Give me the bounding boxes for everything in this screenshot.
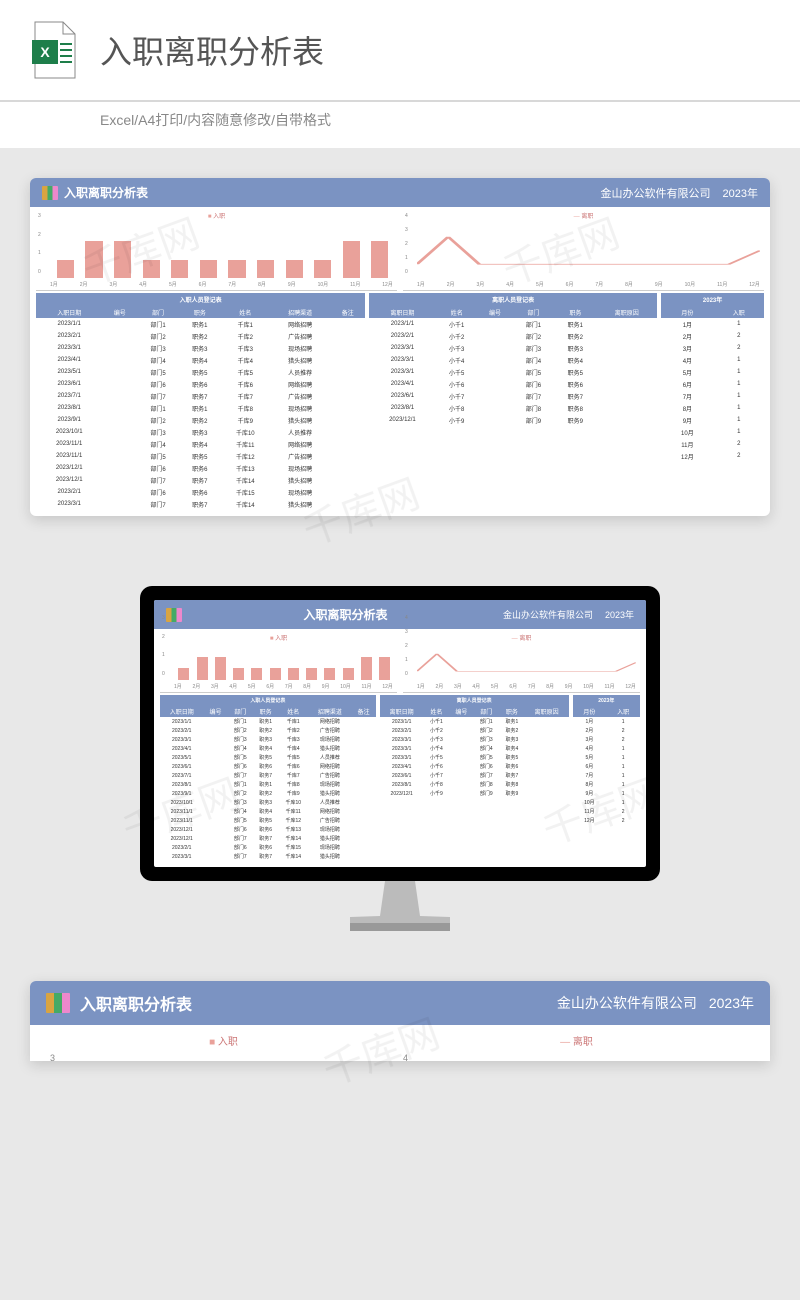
- books-icon: [166, 608, 182, 622]
- monitor-stand: [350, 881, 450, 931]
- offboard-line-chart: — 离职 01234 1月2月3月4月5月6月7月8月9月10月11月12月: [403, 633, 640, 693]
- company-name: 金山办公软件有限公司: [557, 993, 697, 1013]
- sheet-year: 2023年: [605, 608, 634, 621]
- sheet-title: 入职离职分析表: [64, 184, 601, 201]
- sheet-title: 入职离职分析表: [80, 991, 557, 1015]
- summary-table: 2023年 月份入职1月12月23月24月15月16月17月18月19月110月…: [661, 293, 764, 510]
- sheet-title: 入职离职分析表: [188, 606, 503, 623]
- offboard-table: 离职人员登记表 离职日期姓名编号部门职务离职原因2023/1/1小千1部门1职务…: [369, 293, 657, 510]
- excel-file-icon: X: [30, 20, 80, 80]
- page-title: 入职离职分析表: [100, 27, 324, 73]
- company-name: 金山办公软件有限公司: [601, 185, 711, 201]
- summary-table: 2023年 月份入职1月12月23月24月15月16月17月18月19月110月…: [573, 695, 640, 861]
- books-icon: [42, 186, 58, 200]
- sheet-year: 2023年: [723, 185, 758, 201]
- books-icon: [46, 993, 70, 1013]
- onboard-bar-chart: ■ 入职 01231月2月3月4月5月6月7月8月9月10月11月12月: [160, 633, 397, 693]
- monitor-mockup: 入职离职分析表 金山办公软件有限公司 2023年 ■ 入职 01231月2月3月…: [0, 546, 800, 961]
- onboard-table: 入职人员登记表 入职日期编号部门职务姓名招聘渠道备注2023/1/1部门1职务1…: [160, 695, 376, 861]
- onboard-bar-chart: ■ 入职 3: [50, 1033, 397, 1061]
- svg-text:X: X: [40, 44, 50, 60]
- spreadsheet-preview-cropped: 入职离职分析表 金山办公软件有限公司 2023年 ■ 入职 3 — 离职 4: [30, 981, 770, 1061]
- page-subtitle: Excel/A4打印/内容随意修改/自带格式: [0, 102, 800, 148]
- offboard-line-chart: — 离职 01234 1月2月3月4月5月6月7月8月9月10月11月12月: [403, 211, 764, 291]
- onboard-bar-chart: ■ 入职 01231月2月3月4月5月6月7月8月9月10月11月12月: [36, 211, 397, 291]
- offboard-line-chart: — 离职 4: [403, 1033, 750, 1061]
- spreadsheet-preview: 入职离职分析表 金山办公软件有限公司 2023年 ■ 入职 01231月2月3月…: [30, 178, 770, 516]
- sheet-year: 2023年: [709, 993, 754, 1013]
- onboard-table: 入职人员登记表 入职日期编号部门职务姓名招聘渠道备注2023/1/1部门1职务1…: [36, 293, 365, 510]
- company-name: 金山办公软件有限公司: [503, 608, 593, 621]
- page-header: X 入职离职分析表: [0, 0, 800, 100]
- offboard-table: 离职人员登记表 离职日期姓名编号部门职务离职原因2023/1/1小千1部门1职务…: [380, 695, 569, 861]
